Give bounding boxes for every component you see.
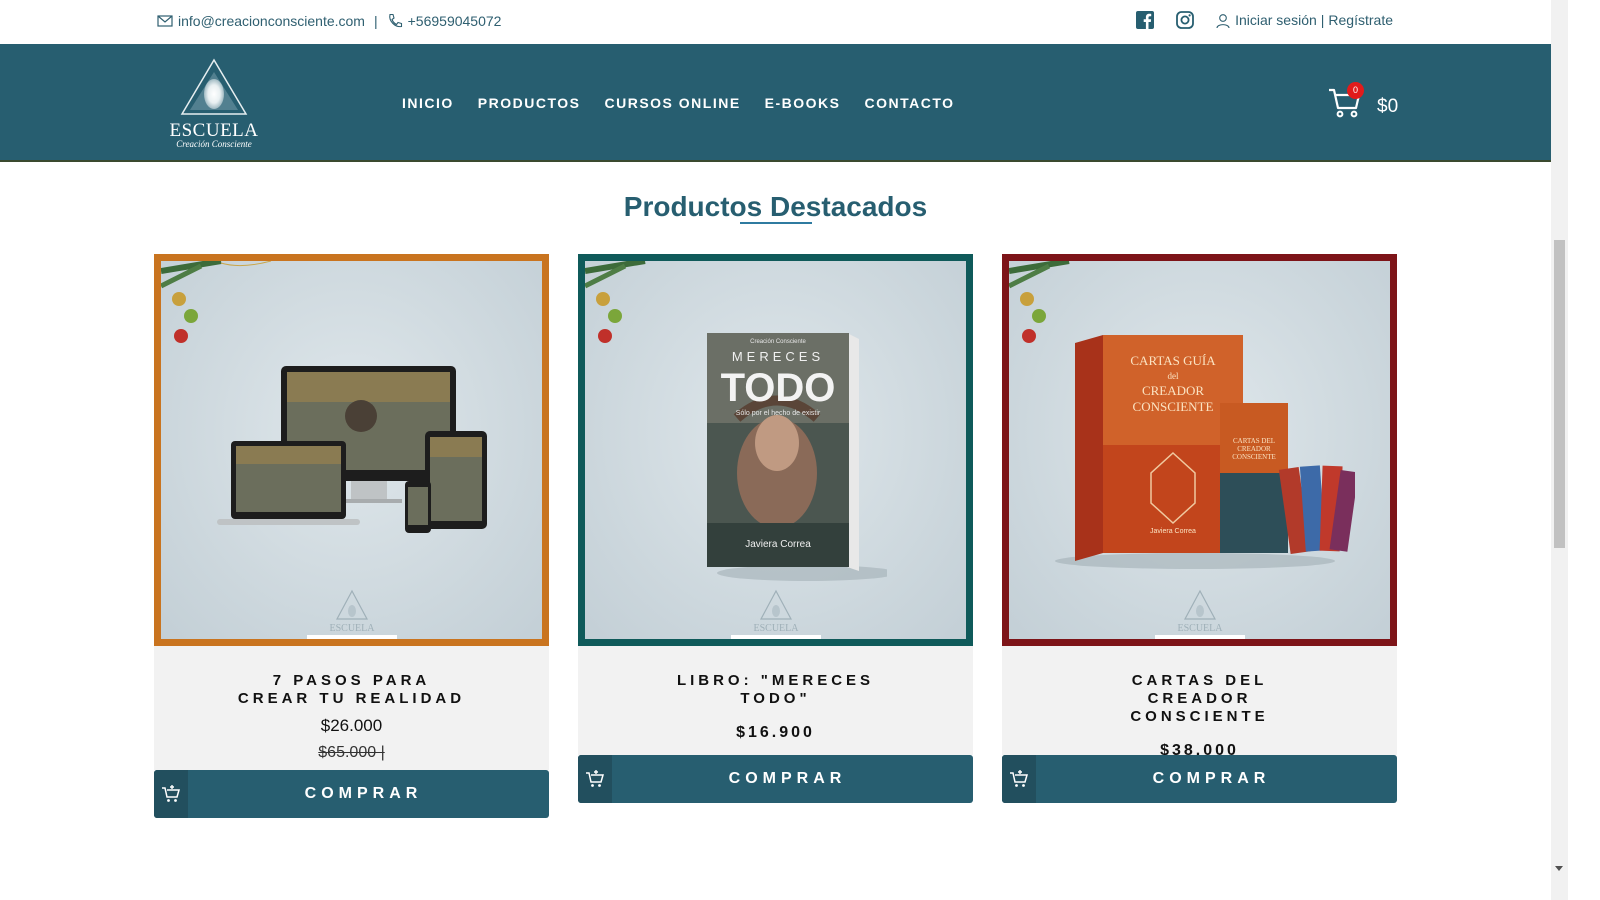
add-to-cart-icon — [578, 755, 612, 803]
product-image[interactable]: Creación Consciente MERECES TODO Sólo po… — [578, 254, 973, 646]
product-card-cartas: CARTAS GUÍA del CREADOR CONSCIENTE Javie… — [1002, 254, 1397, 803]
contact-info: info@creacionconsciente.com | +569590450… — [157, 13, 501, 29]
card-deck-box-image: CARTAS GUÍA del CREADOR CONSCIENTE Javie… — [1055, 335, 1355, 569]
product-card-mereces-todo: Creación Consciente MERECES TODO Sólo po… — [578, 254, 973, 803]
register-link[interactable]: Regístrate — [1328, 12, 1393, 28]
product-name[interactable]: 7 PASOS PARA CREAR TU REALIDAD — [154, 672, 549, 708]
phone-link[interactable]: +56959045072 — [408, 13, 502, 29]
christmas-ornament-icon — [585, 261, 646, 343]
product-image[interactable]: CARTAS GUÍA del CREADOR CONSCIENTE Javie… — [1002, 254, 1397, 646]
buy-button-label: COMPRAR — [304, 785, 423, 802]
buy-button-label: COMPRAR — [728, 770, 847, 787]
main-header: ESCUELA Creación Consciente INICIO PRODU… — [0, 44, 1551, 162]
product-price: $16.900 — [736, 724, 815, 741]
add-to-cart-icon — [154, 770, 188, 818]
logo-subtitle: Creación Consciente — [176, 139, 252, 149]
add-to-cart-icon — [1002, 755, 1036, 803]
product-info: LIBRO: "MERECES TODO" $16.900 — [578, 646, 973, 755]
nav-inicio[interactable]: INICIO — [402, 95, 454, 111]
product-info: 7 PASOS PARA CREAR TU REALIDAD $26.000 $… — [154, 646, 549, 770]
main-nav: INICIO PRODUCTOS CURSOS ONLINE E-BOOKS C… — [402, 95, 979, 111]
nav-productos[interactable]: PRODUCTOS — [478, 95, 581, 111]
product-old-price: $65.000 | — [318, 744, 385, 761]
mail-icon — [157, 13, 173, 29]
contact-separator: | — [373, 13, 378, 29]
svg-text:Javiera Correa: Javiera Correa — [1150, 528, 1196, 535]
login-link[interactable]: Iniciar sesión — [1235, 12, 1317, 28]
email-link[interactable]: info@creacionconsciente.com — [178, 13, 365, 29]
facebook-icon[interactable] — [1135, 10, 1155, 30]
buy-button[interactable]: COMPRAR — [1002, 755, 1397, 803]
christmas-ornament-icon — [161, 261, 272, 343]
svg-text:CARTAS GUÍA: CARTAS GUÍA — [1130, 353, 1216, 368]
account-links: Iniciar sesión | Regístrate — [1135, 10, 1393, 30]
nav-cursos-online[interactable]: CURSOS ONLINE — [604, 95, 740, 111]
product-name[interactable]: CARTAS DEL CREADOR CONSCIENTE — [1002, 672, 1397, 726]
watermark-logo-icon: ESCUELA — [329, 589, 375, 634]
svg-text:del: del — [1168, 371, 1179, 381]
product-name[interactable]: LIBRO: "MERECES TODO" — [578, 672, 973, 708]
svg-text:MERECES: MERECES — [732, 349, 824, 364]
watermark-logo-icon: ESCUELA — [753, 589, 799, 634]
cart-total: $0 — [1377, 96, 1399, 117]
scroll-down-arrow-icon[interactable] — [1555, 866, 1563, 871]
nav-contacto[interactable]: CONTACTO — [865, 95, 955, 111]
product-image[interactable]: ESCUELA — [154, 254, 549, 646]
svg-text:CONSCIENTE: CONSCIENTE — [1133, 399, 1214, 414]
phone-icon — [387, 13, 403, 29]
svg-text:ESCUELA: ESCUELA — [753, 623, 799, 634]
scrollbar-thumb[interactable] — [1554, 240, 1565, 548]
svg-text:Creación Consciente: Creación Consciente — [750, 339, 806, 345]
user-icon — [1215, 13, 1231, 29]
product-price: $26.000 — [320, 716, 383, 735]
logo-triangle-icon — [180, 58, 248, 115]
devices-mockup-icon — [217, 366, 487, 533]
title-underline — [740, 222, 812, 224]
svg-text:ESCUELA: ESCUELA — [329, 623, 375, 634]
buy-button[interactable]: COMPRAR — [578, 755, 973, 803]
page-scrollbar[interactable] — [1551, 0, 1568, 900]
section-title: Productos Destacados — [623, 191, 928, 222]
nav-e-books[interactable]: E-BOOKS — [765, 95, 841, 111]
buy-button[interactable]: COMPRAR — [154, 770, 549, 818]
instagram-icon[interactable] — [1175, 10, 1195, 30]
auth-separator: | — [1320, 12, 1325, 28]
book-cover-image: Creación Consciente MERECES TODO Sólo po… — [707, 333, 887, 581]
product-card-7-pasos: ESCUELA 7 PASOS PARA CREAR TU REALIDAD $… — [154, 254, 549, 818]
site-logo[interactable]: ESCUELA Creación Consciente — [168, 58, 260, 150]
svg-text:Sólo por el hecho de existir: Sólo por el hecho de existir — [736, 410, 821, 417]
cart-count-badge: 0 — [1347, 82, 1364, 99]
buy-button-label: COMPRAR — [1152, 770, 1271, 787]
product-info: CARTAS DEL CREADOR CONSCIENTE $38.000 — [1002, 646, 1397, 759]
svg-text:CREADOR: CREADOR — [1142, 383, 1204, 398]
svg-text:TODO: TODO — [721, 366, 836, 410]
svg-text:Javiera Correa: Javiera Correa — [745, 539, 811, 550]
top-contact-bar: info@creacionconsciente.com | +569590450… — [0, 0, 1551, 44]
watermark-logo-icon: ESCUELA — [1177, 589, 1223, 634]
svg-text:ESCUELA: ESCUELA — [1177, 623, 1223, 634]
